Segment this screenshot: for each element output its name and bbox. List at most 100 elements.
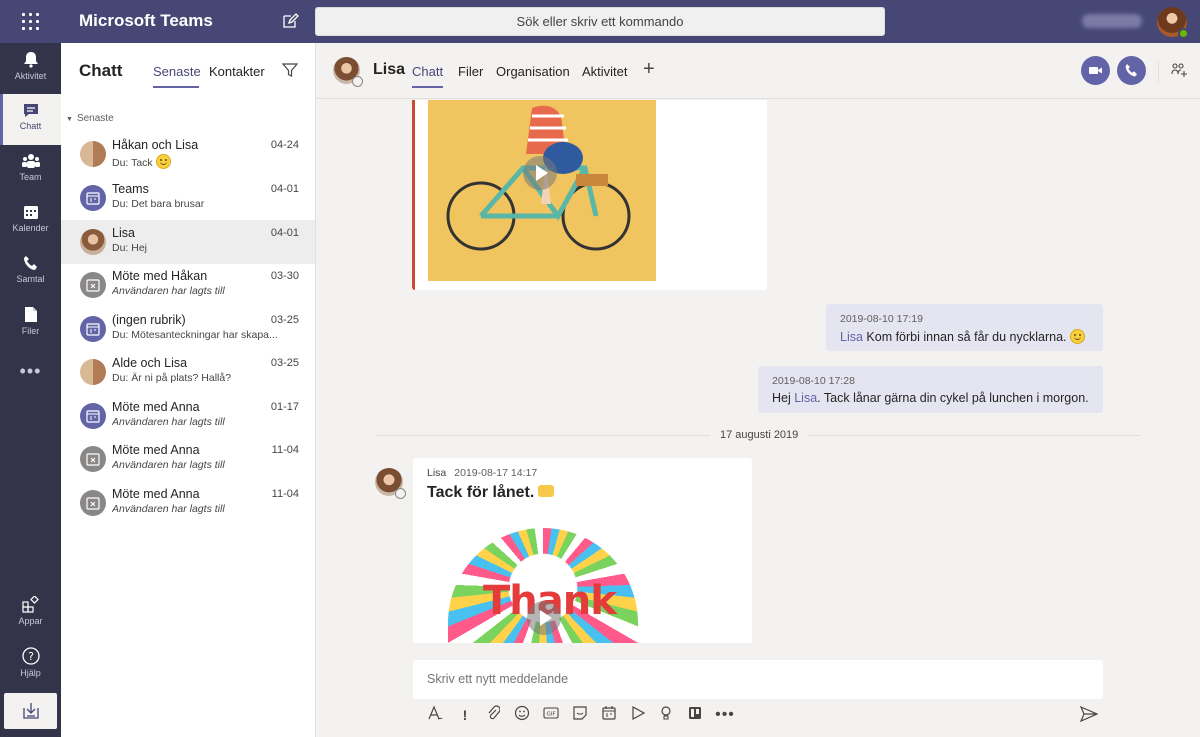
calendar-icon [86,410,100,423]
section-header-recent[interactable]: ▼ Senaste [66,113,114,124]
new-chat-icon[interactable] [281,12,299,30]
rail-label-help: Hjälp [20,668,41,678]
chat-preview: Användaren har lagts till [112,503,225,515]
rail-item-files[interactable]: Filer [0,298,61,349]
tab-chat[interactable]: Chatt [412,64,444,88]
message-timestamp: 2019-08-10 17:19 [840,313,923,325]
chat-name: Håkan och Lisa [112,138,199,152]
mention[interactable]: Lisa [840,330,863,344]
app-launcher-icon[interactable] [14,10,46,32]
app-title: Microsoft Teams [79,11,213,30]
emoji-icon[interactable] [512,705,532,725]
stream-icon[interactable] [628,705,648,725]
chat-item-lisa[interactable]: Lisa Du: Hej 04-01 [61,220,315,264]
divider [1158,61,1159,83]
chat-date: 04-24 [270,139,299,151]
chat-item-ingen-rubrik[interactable]: (ingen rubrik) Du: Mötesanteckningar har… [61,307,315,351]
schedule-meeting-icon[interactable] [599,705,619,725]
chat-preview: Användaren har lagts till [112,285,225,297]
chat-item-hakan-och-lisa[interactable]: Håkan och Lisa Du: Tack 04-24 [61,132,315,176]
chat-date: 11-04 [271,488,299,500]
planner-icon[interactable] [685,705,705,725]
tab-files[interactable]: Filer [458,64,483,79]
play-icon[interactable] [523,156,557,190]
search-input[interactable]: Sök eller skriv ett kommando [315,7,885,36]
rail-item-activity[interactable]: Aktivitet [0,43,61,94]
chat-list-title: Chatt [79,61,123,80]
profile-avatar[interactable] [1157,7,1189,39]
rail-item-apps[interactable]: Appar [0,588,61,639]
chat-item-mote-med-anna[interactable]: Möte med Anna Användaren har lagts till … [61,481,315,525]
mention[interactable]: Lisa [794,391,817,405]
chat-date: 04-01 [270,227,299,239]
chat-item-mote-med-anna[interactable]: Möte med Anna Användaren har lagts till … [61,394,315,438]
download-app-button[interactable] [4,693,57,729]
attach-icon[interactable] [483,705,503,725]
incoming-message[interactable]: Lisa2019-08-17 14:17 Tack för lånet. Tha… [413,458,752,643]
chat-item-teams[interactable]: Teams Du: Det bara brusar 04-01 [61,176,315,220]
rail-item-help[interactable]: ? Hjälp [0,639,61,690]
rail-item-team[interactable]: Team [0,145,61,196]
sticker-icon[interactable] [570,705,590,725]
rail-item-calendar[interactable]: Kalender [0,196,61,247]
avatar[interactable] [333,57,363,87]
phone-icon [23,256,37,270]
thumbs-up-icon [538,485,555,497]
presence-offline-icon [395,488,406,499]
chat-item-mote-med-hakan[interactable]: Möte med Håkan Användaren har lagts till… [61,263,315,307]
chat-preview: Du: Tack [112,154,302,169]
avatar [80,490,106,516]
more-apps-icon[interactable]: ••• [0,361,61,382]
message-text: Lisa Kom förbi innan så får du nycklarna… [840,329,1085,344]
presence-offline-icon [352,76,363,87]
avatar [80,359,106,385]
chat-item-alde-och-lisa[interactable]: Alde och Lisa Du: Är ni på plats? Hallå?… [61,350,315,394]
video-thumbnail[interactable] [428,100,656,281]
add-tab-icon[interactable]: + [643,58,655,81]
chat-item-mote-med-anna[interactable]: Möte med Anna Användaren har lagts till … [61,437,315,481]
important-icon[interactable]: ! [455,705,475,725]
compose-box[interactable] [413,660,1103,699]
own-message[interactable]: 2019-08-10 17:19 Lisa Kom förbi innan så… [826,304,1103,351]
rail-item-calls[interactable]: Samtal [0,247,61,298]
chat-date: 03-25 [270,314,299,326]
chat-name: Möte med Anna [112,443,200,457]
message-list[interactable]: 2019-08-10 17:19 Lisa Kom förbi innan så… [316,100,1200,643]
more-options-icon[interactable]: ••• [715,705,735,725]
apps-icon [22,596,39,613]
avatar[interactable] [375,468,406,499]
own-message[interactable]: 2019-08-10 17:28 Hej Lisa. Tack lånar gä… [758,366,1103,413]
video-call-button[interactable] [1081,56,1110,85]
conversation-name: Lisa [373,61,406,78]
send-icon[interactable] [1080,706,1098,722]
chat-date: 03-25 [270,357,299,369]
gif-icon[interactable]: GIF [541,705,561,725]
tab-organisation[interactable]: Organisation [496,64,570,79]
rail-item-chat[interactable]: Chatt [0,94,61,145]
app-rail: Aktivitet Chatt Team Kalender Samtal Fil… [0,43,61,737]
chat-preview: Användaren har lagts till [112,459,225,471]
tab-activity[interactable]: Aktivitet [582,64,628,79]
chat-preview: Du: Det bara brusar [112,198,205,210]
message-timestamp: 2019-08-17 14:17 [454,467,538,479]
chat-name: Lisa [112,226,135,240]
format-icon[interactable] [425,705,445,725]
rail-label-team: Team [19,172,42,182]
play-icon[interactable] [527,601,561,635]
video-message-card[interactable] [412,100,767,290]
chat-preview: Du: Är ni på plats? Hallå? [112,372,232,384]
calendar-icon [86,192,100,205]
filter-icon[interactable] [282,62,298,78]
top-bar: Microsoft Teams Sök eller skriv ett komm… [0,0,1200,43]
audio-call-button[interactable] [1117,56,1146,85]
praise-icon[interactable] [656,705,676,725]
chat-name: Alde och Lisa [112,356,188,370]
message-input[interactable] [427,672,1087,686]
chat-name: (ingen rubrik) [112,313,186,327]
chat-preview: Du: Mötesanteckningar har skapa... [112,329,278,341]
tab-recent[interactable]: Senaste [153,64,201,88]
add-people-icon[interactable] [1171,62,1187,78]
tab-contacts[interactable]: Kontakter [209,64,265,79]
avatar [80,272,106,298]
chevron-down-icon: ▼ [66,116,73,123]
